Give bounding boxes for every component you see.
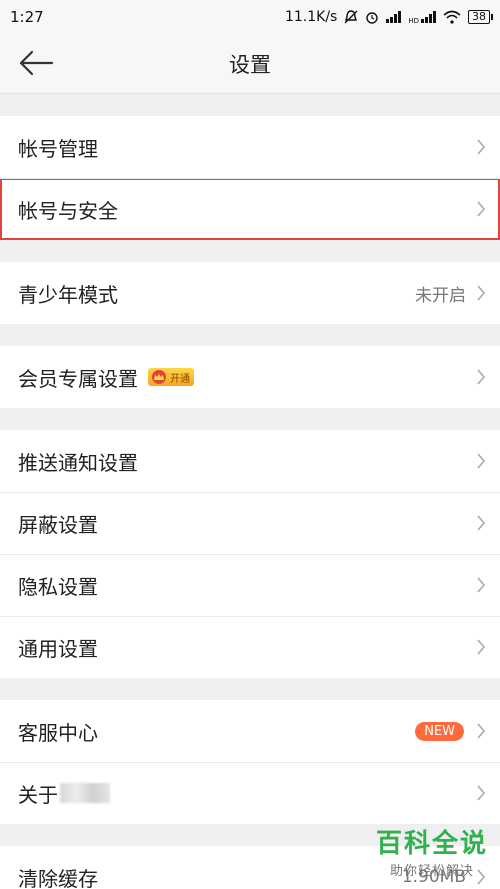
status-time: 1:27 [10, 8, 44, 26]
page-title: 设置 [229, 52, 271, 77]
network-speed: 11.1K/s [284, 9, 338, 25]
new-badge: NEW [415, 721, 464, 741]
privacy-settings-item[interactable]: 隐私设置 [0, 554, 500, 616]
vip-open-badge: 开通 [148, 368, 194, 386]
watermark: 百科全说 助你轻松解决 [376, 823, 488, 879]
item-label: 帐号与安全 [18, 198, 118, 223]
item-label: 客服中心 [18, 720, 98, 745]
chevron-right-icon [477, 515, 486, 531]
watermark-title: 百科全说 [375, 829, 488, 859]
general-settings-item[interactable]: 通用设置 [0, 616, 500, 678]
hd-label: HD [408, 17, 419, 25]
status-bar: 1:27 11.1K/s HD 38 [0, 0, 500, 34]
item-label: 隐私设置 [18, 574, 98, 599]
item-label: 帐号管理 [18, 136, 98, 161]
account-management-item[interactable]: 帐号管理 [0, 116, 500, 178]
youth-mode-item[interactable]: 青少年模式 未开启 [0, 262, 500, 324]
vip-settings-item[interactable]: 会员专属设置 开通 [0, 346, 500, 408]
mute-icon [344, 10, 358, 24]
settings-group-account: 帐号管理 帐号与安全 [0, 116, 500, 240]
item-label: 屏蔽设置 [18, 512, 98, 537]
watermark-subtitle: 助你轻松解决 [389, 864, 474, 879]
chevron-right-icon [477, 285, 486, 301]
item-label: 推送通知设置 [18, 450, 138, 475]
chevron-right-icon [477, 369, 486, 385]
push-notification-item[interactable]: 推送通知设置 [0, 430, 500, 492]
chevron-right-icon [477, 201, 486, 217]
nav-bar: 设置 [0, 34, 500, 94]
blurred-app-name [60, 783, 110, 803]
battery-icon: 38 [468, 10, 493, 24]
chevron-right-icon [477, 577, 486, 593]
item-label: 会员专属设置 [18, 366, 138, 391]
customer-service-item[interactable]: 客服中心 NEW [0, 700, 500, 762]
settings-group-general: 推送通知设置 屏蔽设置 隐私设置 通用设置 [0, 430, 500, 678]
chevron-right-icon [477, 139, 486, 155]
vip-badge-text: 开通 [170, 373, 190, 385]
crown-icon [152, 370, 166, 384]
account-security-item[interactable]: 帐号与安全 [0, 178, 500, 240]
alarm-icon [366, 12, 379, 24]
signal-icon-2 [421, 11, 436, 23]
settings-group-youth: 青少年模式 未开启 [0, 262, 500, 324]
settings-group-vip: 会员专属设置 开通 [0, 346, 500, 408]
chevron-right-icon [477, 639, 486, 655]
youth-mode-status: 未开启 [415, 285, 466, 306]
chevron-right-icon [477, 785, 486, 801]
settings-group-support: 客服中心 NEW 关于 [0, 700, 500, 824]
status-icons: 11.1K/s HD 38 [284, 9, 493, 25]
wifi-icon [443, 10, 461, 24]
about-item[interactable]: 关于 [0, 762, 500, 824]
item-label: 青少年模式 [18, 282, 118, 307]
back-arrow-icon[interactable] [18, 48, 54, 78]
chevron-right-icon [477, 453, 486, 469]
item-label: 通用设置 [18, 636, 98, 661]
item-label: 清除缓存 [18, 866, 98, 889]
chevron-right-icon [477, 723, 486, 739]
signal-icon [386, 11, 402, 23]
item-label: 关于 [18, 782, 58, 807]
block-settings-item[interactable]: 屏蔽设置 [0, 492, 500, 554]
